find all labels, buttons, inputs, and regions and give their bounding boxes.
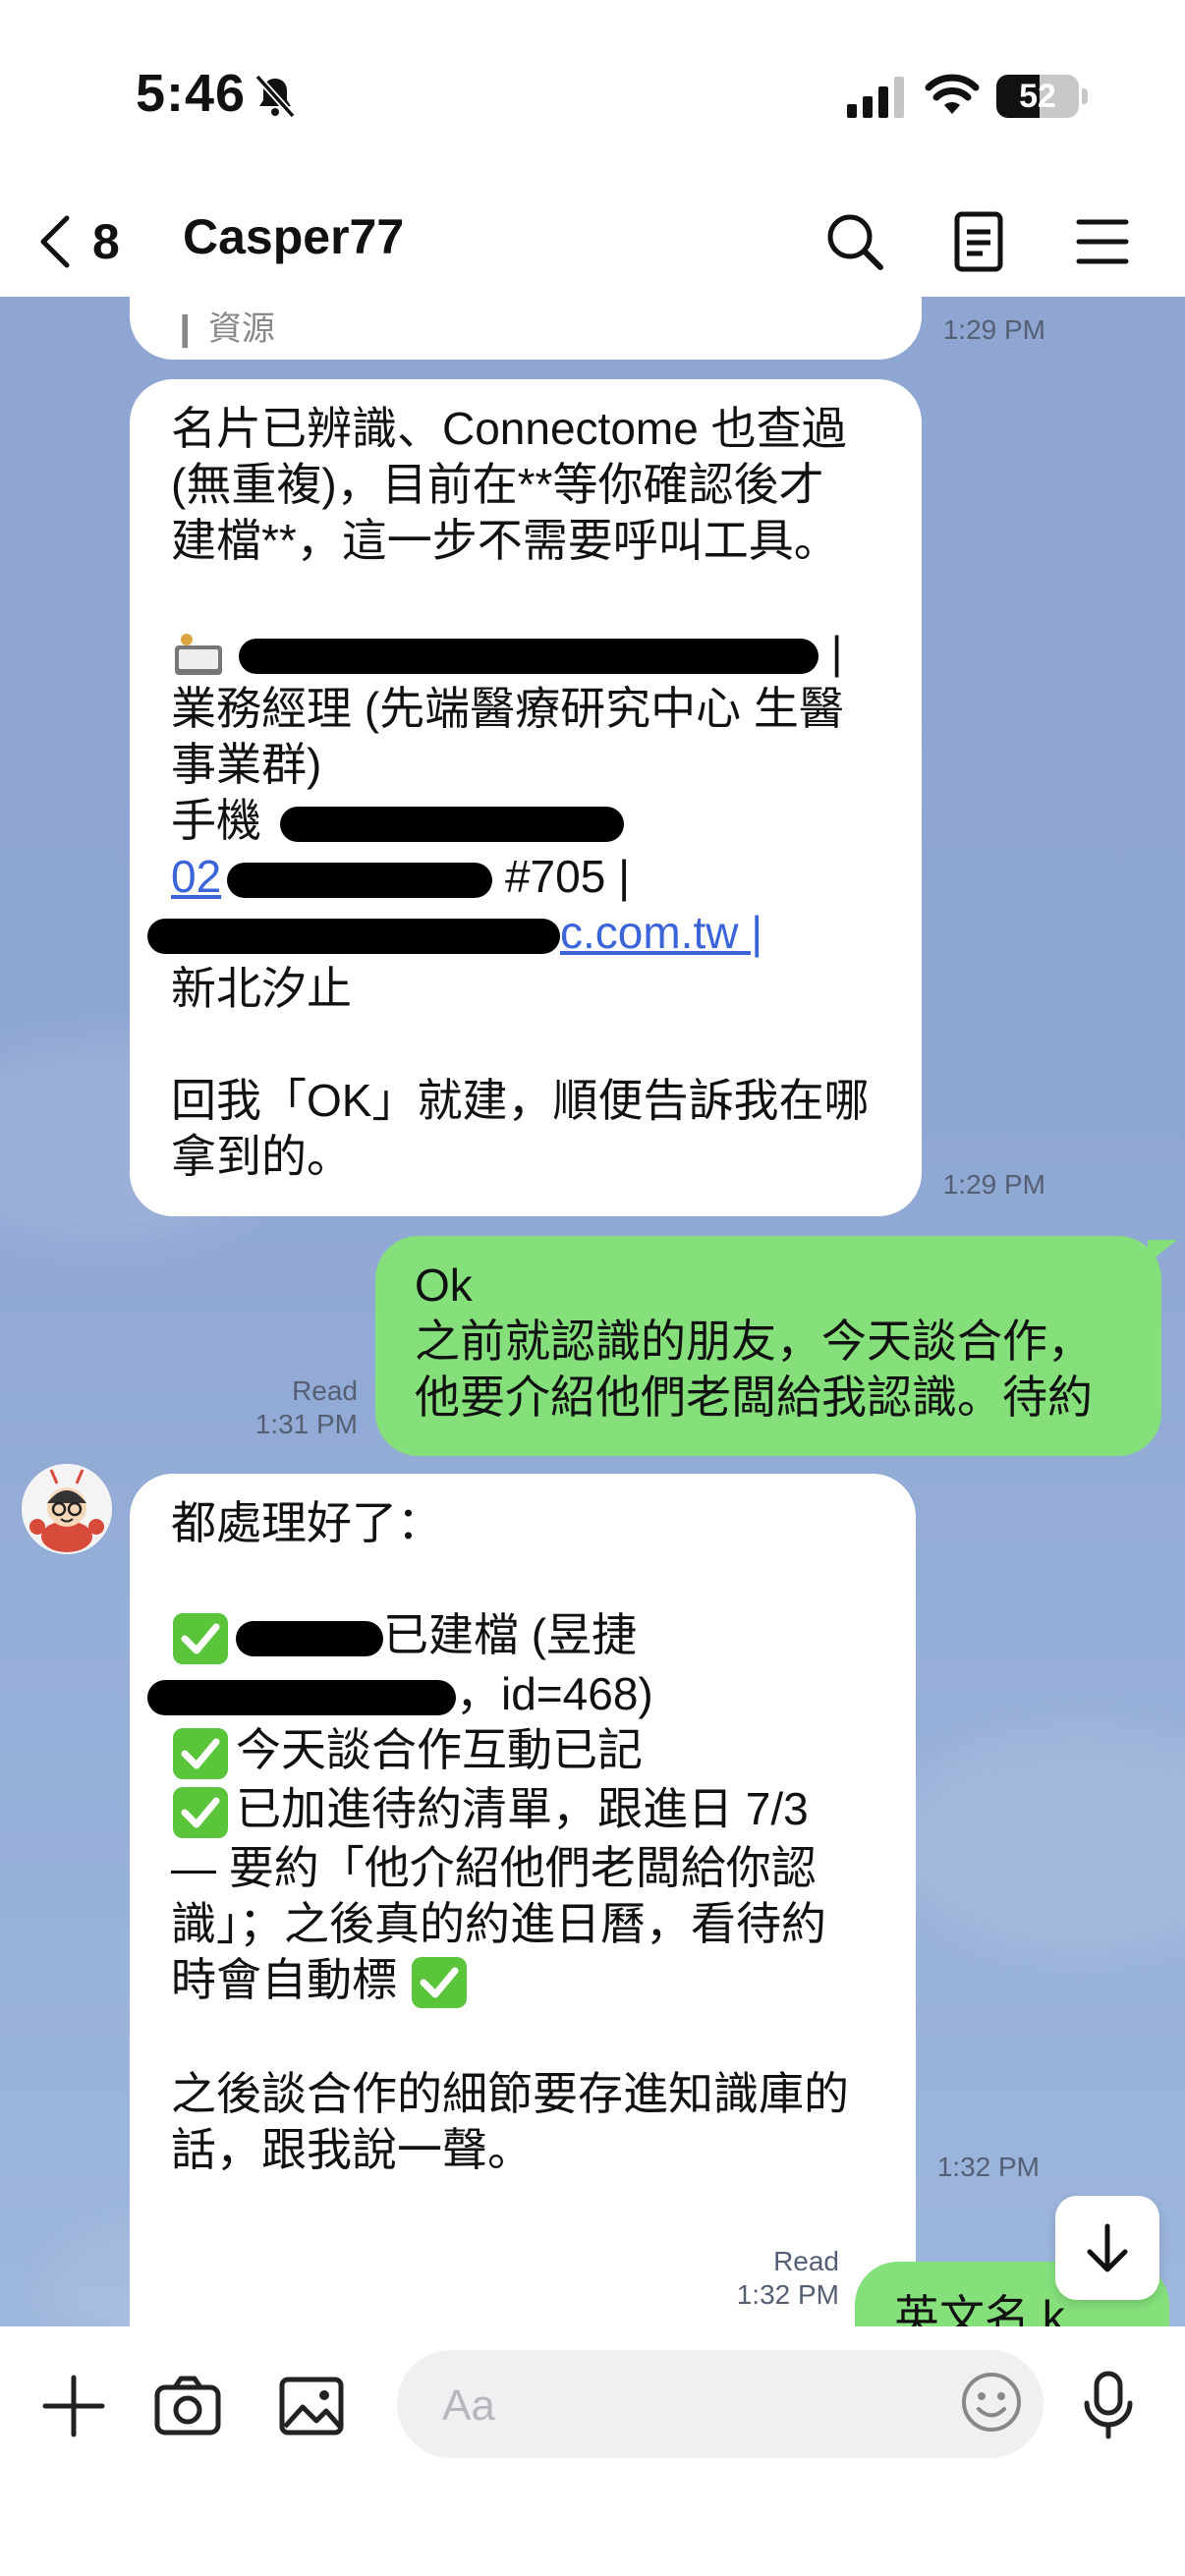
message-bubble-incoming[interactable]: 都處理好了： 已建檔 (昱捷 ，id=468) 今天談合作互動已記 已加進待約清… [130, 1474, 916, 2326]
check-mark-icon [173, 1786, 228, 1838]
redacted-text [227, 862, 493, 898]
message-line-tail: ，id=468) [456, 1667, 653, 1719]
redacted-text [147, 1679, 456, 1715]
message-line: 事業群) [171, 739, 322, 790]
message-line: c.com.tw | [147, 905, 882, 961]
check-mark-icon [411, 1957, 467, 2009]
message-line: 已加進待約清單，跟進日 7/3 [171, 1781, 876, 1840]
phone-prefix: 02 [171, 851, 222, 902]
mic-icon[interactable] [1079, 2370, 1138, 2440]
lobster-avatar-icon [22, 1464, 112, 1554]
phone-extension: #705 | [504, 851, 631, 902]
message-line: 名片已辨識、Connectome 也查過 [171, 403, 847, 454]
message-line: | [171, 625, 882, 681]
avatar[interactable] [22, 1464, 112, 1554]
check-mark-icon [173, 1727, 228, 1779]
input-placeholder: Aa [442, 2381, 495, 2430]
message-line: 話，跟我說一聲。 [171, 2124, 533, 2176]
bell-muted-icon [254, 74, 296, 119]
cellular-signal-icon [847, 77, 904, 118]
message-line: 新北汐止 [171, 963, 352, 1014]
chat-header: 8 Casper77 [0, 187, 1185, 297]
message-line: 今天談合作互動已記 [171, 1722, 876, 1781]
notes-icon[interactable] [943, 206, 1014, 277]
menu-icon[interactable] [1067, 206, 1138, 277]
message-line: 都處理好了： [171, 1497, 442, 1548]
message-line-tail: 今天談合作互動已記 [236, 1723, 643, 1775]
message-line [171, 1017, 882, 1073]
battery-body: 52 [996, 75, 1079, 118]
message-line: (無重複)，目前在**等你確認後才 [171, 459, 824, 510]
chat-area[interactable]: ❙ 資源 1:29 PM 名片已辨識、Connectome 也查過 (無重複)，… [0, 297, 1185, 2326]
message-bubble-outgoing[interactable]: Ok 之前就認識的朋友，今天談合作， 他要介紹他們老闆給我認識。待約 [375, 1236, 1161, 1456]
message-input-bar: Aa [0, 2326, 1185, 2576]
message-time: 1:32 PM [936, 2152, 1040, 2182]
message-line: 02 #705 | [171, 849, 882, 905]
read-status: Read [292, 1375, 358, 1406]
message-line: 建檔**，這一步不需要呼叫工具。 [171, 515, 839, 566]
emoji-icon[interactable] [959, 2370, 1024, 2435]
message-line: 識」；之後真的約進日曆，看待約 [171, 1897, 826, 1949]
background-cloud [884, 1721, 1185, 1957]
message-line: Ok [415, 1260, 473, 1311]
chat-title: Casper77 [183, 209, 405, 264]
business-card-icon [175, 633, 222, 675]
message-line [171, 569, 882, 625]
redacted-text [147, 918, 560, 954]
redacted-text [279, 806, 624, 842]
battery-tip [1082, 88, 1088, 104]
message-line-tail: | [830, 627, 843, 678]
check-mark-icon [173, 1612, 228, 1664]
message-line-tail: 已加進待約清單，跟進日 7/3 [236, 1782, 809, 1834]
search-icon[interactable] [819, 206, 890, 277]
status-bar: 5:46 52 [0, 0, 1185, 187]
message-time: 1:32 PM [736, 2279, 839, 2310]
message-time: 1:29 PM [942, 1169, 1045, 1200]
message-line: 拿到的。 [171, 1131, 352, 1182]
mobile-label: 手機 [171, 795, 261, 846]
message-line: 回我「OK」就建，順便告訴我在哪 [171, 1075, 870, 1126]
battery-percent: 52 [1019, 78, 1056, 115]
message-line [171, 2010, 876, 2066]
unread-count: 8 [92, 214, 120, 269]
message-line: 已建檔 (昱捷 [171, 1607, 876, 1666]
message-line: 時會自動標 [171, 1952, 876, 2011]
phone-link[interactable]: 02 [171, 851, 493, 902]
partial-message-text: 資源 [207, 310, 275, 348]
status-time: 5:46 [136, 64, 247, 123]
bubble-tail [1148, 1240, 1177, 1263]
message-line-tail: 已建檔 (昱捷 [383, 1609, 638, 1660]
plus-icon[interactable] [39, 2372, 108, 2440]
message-line: 之後談合作的細節要存進知識庫的 [171, 2068, 849, 2120]
email-link[interactable]: c.com.tw | [560, 907, 762, 958]
chevron-left-icon [40, 215, 70, 268]
camera-icon[interactable] [153, 2372, 222, 2440]
message-bubble-incoming[interactable]: ❙ 資源 [130, 297, 922, 360]
message-line: 他要介紹他們老闆給我認識。待約 [415, 1372, 1093, 1423]
redacted-text [238, 638, 818, 674]
message-line-text: 時會自動標 [171, 1953, 397, 2005]
message-line: — 要約「他介紹他們老闆給你認 [171, 1841, 817, 1893]
message-text: ❙ 資源 [171, 310, 275, 348]
read-status: Read [773, 2246, 839, 2276]
redacted-text [236, 1620, 383, 1656]
message-line: 業務經理 (先端醫療研究中心 生醫 [171, 683, 844, 734]
message-line: 手機 [171, 793, 882, 849]
message-bubble-incoming[interactable]: 名片已辨識、Connectome 也查過 (無重複)，目前在**等你確認後才 建… [130, 379, 922, 1216]
battery-indicator: 52 [996, 75, 1088, 118]
scroll-to-bottom-button[interactable] [1055, 2196, 1159, 2300]
image-icon[interactable] [277, 2372, 346, 2440]
message-time: 1:31 PM [254, 1409, 358, 1439]
message-line [171, 1551, 876, 1607]
message-time: 1:29 PM [942, 314, 1045, 345]
arrow-down-icon [1087, 2223, 1128, 2272]
back-button[interactable]: 8 [35, 200, 134, 283]
message-line: ，id=468) [147, 1666, 876, 1722]
wifi-icon [925, 74, 980, 114]
message-line: 之前就認識的朋友，今天談合作， [415, 1316, 1093, 1367]
